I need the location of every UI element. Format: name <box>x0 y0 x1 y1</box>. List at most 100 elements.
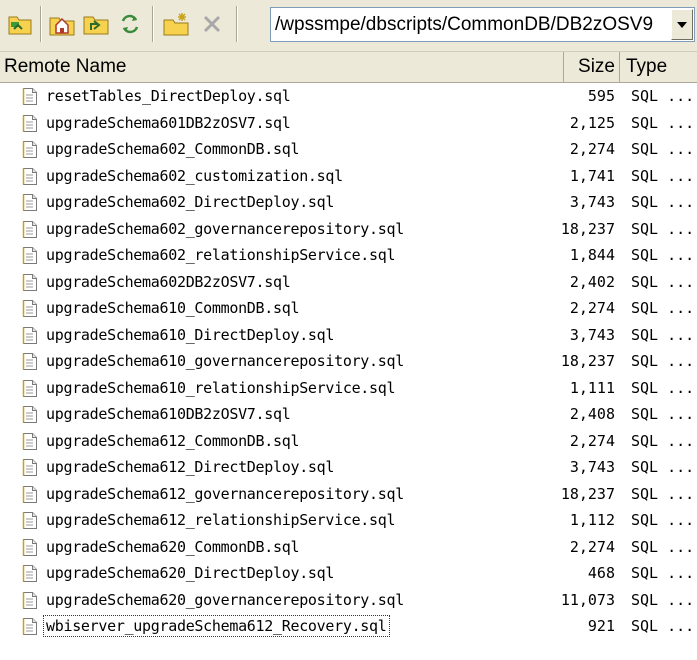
sql-file-icon <box>22 246 38 265</box>
file-size: 2,274 <box>569 140 615 158</box>
file-name: upgradeSchema610_relationshipService.sql <box>46 378 396 397</box>
file-type: SQL ... <box>631 484 695 503</box>
file-row[interactable]: upgradeSchema601DB2zOSV7.sql 2,125 SQL ... <box>0 110 697 137</box>
refresh-icon[interactable] <box>114 7 146 41</box>
file-row[interactable]: upgradeSchema612_relationshipService.sql… <box>0 507 697 534</box>
sql-file-icon <box>22 140 38 159</box>
file-size: 468 <box>587 564 615 582</box>
sql-file-icon <box>22 538 38 557</box>
sql-file-icon <box>22 432 38 451</box>
sql-file-icon <box>22 591 38 610</box>
sql-file-icon <box>22 193 38 212</box>
file-type: SQL ... <box>631 113 695 132</box>
file-name: resetTables_DirectDeploy.sql <box>46 87 291 105</box>
file-row[interactable]: upgradeSchema612_governancerepository.sq… <box>0 481 697 508</box>
file-name: upgradeSchema602_customization.sql <box>46 166 343 185</box>
up-folder-icon[interactable] <box>80 7 112 41</box>
file-name: upgradeSchema620_CommonDB.sql <box>46 537 300 556</box>
sql-file-icon <box>22 167 38 186</box>
file-name: upgradeSchema602_governancerepository.sq… <box>46 219 404 238</box>
file-size: 1,741 <box>569 166 615 185</box>
file-size: 2,274 <box>569 431 615 450</box>
file-type: SQL ... <box>631 87 695 105</box>
file-size: 2,125 <box>569 113 615 132</box>
file-row[interactable]: upgradeSchema612_CommonDB.sql 2,274 SQL ..… <box>0 428 697 455</box>
file-row[interactable]: wbiserver_upgradeSchema612_Recovery.sql 9… <box>0 613 697 640</box>
column-header-type[interactable]: Type <box>620 52 697 82</box>
file-size: 3,743 <box>569 458 615 476</box>
new-folder-icon[interactable] <box>160 7 192 41</box>
home-folder-icon[interactable] <box>46 7 78 41</box>
file-size: 3,743 <box>569 325 615 344</box>
file-size: 2,274 <box>569 537 615 556</box>
file-type: SQL ... <box>631 511 695 529</box>
column-header-size[interactable]: Size <box>564 52 620 82</box>
remote-file-list: resetTables_DirectDeploy.sql 595 SQL ... up… <box>0 83 697 640</box>
file-row[interactable]: upgradeSchema602_DirectDeploy.sql 3,743 SQ… <box>0 189 697 216</box>
file-row[interactable]: upgradeSchema610DB2zOSV7.sql 2,408 SQL ... <box>0 401 697 428</box>
file-name: upgradeSchema602_CommonDB.sql <box>46 140 300 158</box>
file-name: upgradeSchema620_governancerepository.sq… <box>46 590 404 609</box>
sql-file-icon <box>22 485 38 504</box>
remote-path-text[interactable]: /wpssmpe/dbscripts/CommonDB/DB2zOSV9 <box>271 14 671 36</box>
sql-file-icon <box>22 617 38 636</box>
remote-path-combobox[interactable]: /wpssmpe/dbscripts/CommonDB/DB2zOSV9 <box>270 7 695 42</box>
file-size: 2,274 <box>569 299 615 317</box>
sql-file-icon <box>22 511 38 530</box>
file-type: SQL ... <box>631 405 695 423</box>
file-type: SQL ... <box>631 458 695 476</box>
file-name: upgradeSchema610_governancerepository.sq… <box>46 352 404 370</box>
file-size: 1,111 <box>569 378 615 397</box>
delete-icon[interactable] <box>196 7 228 41</box>
file-name: upgradeSchema601DB2zOSV7.sql <box>46 113 291 132</box>
parent-folder-icon[interactable] <box>4 7 36 41</box>
file-type: SQL ... <box>631 564 695 582</box>
file-name: upgradeSchema612_relationshipService.sql <box>46 511 396 529</box>
file-row[interactable]: upgradeSchema610_CommonDB.sql 2,274 SQL ..… <box>0 295 697 322</box>
chevron-down-icon[interactable] <box>671 9 693 40</box>
file-row[interactable]: resetTables_DirectDeploy.sql 595 SQL ... <box>0 83 697 110</box>
sql-file-icon <box>22 458 38 477</box>
file-row[interactable]: upgradeSchema602_customization.sql 1,741 S… <box>0 163 697 190</box>
file-name: upgradeSchema610DB2zOSV7.sql <box>46 405 291 423</box>
file-row[interactable]: upgradeSchema610_governancerepository.sq… <box>0 348 697 375</box>
file-type: SQL ... <box>631 378 695 397</box>
file-size: 11,073 <box>560 590 615 609</box>
file-size: 1,844 <box>569 246 615 264</box>
file-name: upgradeSchema602DB2zOSV7.sql <box>46 272 291 291</box>
sql-file-icon <box>22 564 38 583</box>
file-row[interactable]: upgradeSchema612_DirectDeploy.sql 3,743 SQ… <box>0 454 697 481</box>
file-name: upgradeSchema602_DirectDeploy.sql <box>46 193 335 211</box>
sql-file-icon <box>22 220 38 239</box>
sql-file-icon <box>22 273 38 292</box>
column-header-name[interactable]: Remote Name <box>0 52 564 82</box>
file-name: upgradeSchema610_CommonDB.sql <box>46 299 300 317</box>
sql-file-icon <box>22 405 38 424</box>
file-size: 595 <box>587 87 615 105</box>
file-type: SQL ... <box>631 537 695 556</box>
file-type: SQL ... <box>631 590 695 609</box>
file-size: 18,237 <box>560 219 615 238</box>
file-type: SQL ... <box>631 140 695 158</box>
file-type: SQL ... <box>631 431 695 450</box>
file-type: SQL ... <box>631 166 695 185</box>
file-size: 3,743 <box>569 193 615 211</box>
file-row[interactable]: upgradeSchema610_relationshipService.sql… <box>0 375 697 402</box>
file-row[interactable]: upgradeSchema602_CommonDB.sql 2,274 SQL ..… <box>0 136 697 163</box>
sql-file-icon <box>22 114 38 133</box>
file-name: upgradeSchema620_DirectDeploy.sql <box>46 564 335 582</box>
file-row[interactable]: upgradeSchema620_CommonDB.sql 2,274 SQL ..… <box>0 534 697 561</box>
file-type: SQL ... <box>631 272 695 291</box>
file-row[interactable]: upgradeSchema620_governancerepository.sq… <box>0 587 697 614</box>
file-name: upgradeSchema602_relationshipService.sql <box>46 246 396 264</box>
sql-file-icon <box>22 352 38 371</box>
file-row[interactable]: upgradeSchema602_governancerepository.sq… <box>0 216 697 243</box>
file-row[interactable]: upgradeSchema620_DirectDeploy.sql 468 SQL … <box>0 560 697 587</box>
file-row[interactable]: upgradeSchema602_relationshipService.sql… <box>0 242 697 269</box>
sql-file-icon <box>22 299 38 318</box>
file-row[interactable]: upgradeSchema602DB2zOSV7.sql 2,402 SQL ... <box>0 269 697 296</box>
file-size: 18,237 <box>560 484 615 503</box>
file-row[interactable]: upgradeSchema610_DirectDeploy.sql 3,743 SQ… <box>0 322 697 349</box>
file-name: upgradeSchema612_DirectDeploy.sql <box>46 458 335 476</box>
file-name: upgradeSchema612_governancerepository.sq… <box>46 484 404 503</box>
